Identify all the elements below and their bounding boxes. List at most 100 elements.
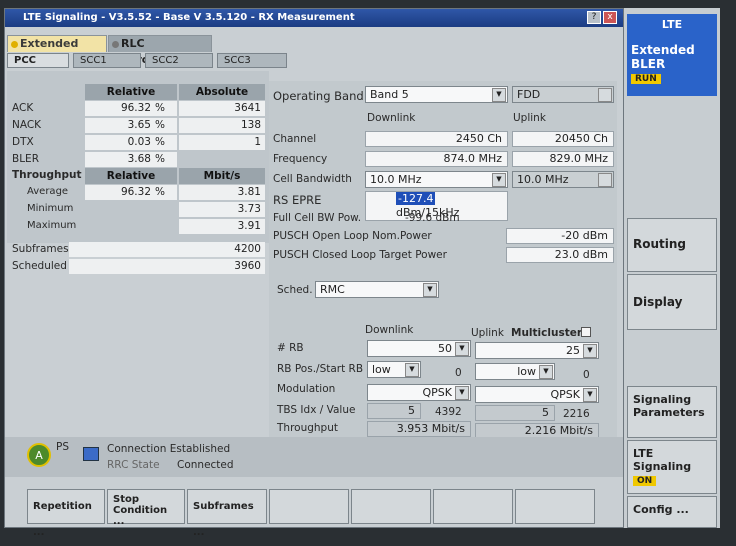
nack-relative: 3.65: [85, 118, 155, 133]
signaling-parameters-button[interactable]: Signaling Parameters: [627, 386, 717, 438]
mod-dl-select[interactable]: QPSK ▼: [367, 384, 471, 401]
subframes-label: Subframes: [12, 243, 69, 255]
sched-tp-dl-unit: Mbit/s: [431, 422, 465, 435]
row-label-ack: ACK: [12, 102, 34, 114]
duplex-select[interactable]: FDD: [512, 86, 614, 103]
rbpos-dl-select[interactable]: low ▼: [367, 361, 421, 378]
on-badge: ON: [633, 476, 657, 486]
side-extended-bler[interactable]: LTE Extended BLER RUN: [627, 14, 717, 96]
operating-band-value: Band 5: [370, 88, 409, 101]
modulation-label: Modulation: [277, 383, 336, 395]
multicluster-checkbox[interactable]: [581, 327, 591, 337]
tbs-label: TBS Idx / Value: [277, 404, 356, 416]
rs-epre-value: -127.4: [396, 192, 436, 205]
help-button[interactable]: ?: [587, 11, 601, 24]
chevron-down-icon: ▼: [492, 88, 506, 102]
tbs-dl-val: 4392: [435, 406, 462, 418]
chevron-down-icon: ▼: [583, 344, 597, 358]
lte-signaling-button[interactable]: LTE Signaling ON: [627, 440, 717, 494]
tp-average-relative: 96.32: [85, 185, 155, 200]
sched-downlink-header: Downlink: [365, 324, 414, 336]
empty-softkey-3[interactable]: [433, 489, 513, 524]
subtab-scc1[interactable]: SCC1: [73, 53, 141, 68]
row-label-dtx: DTX: [12, 136, 34, 148]
rrc-state-value: Connected: [177, 459, 234, 471]
connection-status: Connection Established: [107, 443, 231, 455]
mod-ul-select[interactable]: QPSK ▼: [475, 386, 599, 403]
pusch-open-value[interactable]: -20 dBm: [506, 228, 614, 244]
channel-ul-field[interactable]: 20450 Ch: [512, 131, 614, 147]
duplex-value: FDD: [517, 88, 541, 101]
rs-epre-label: RS EPRE: [273, 193, 322, 207]
tab-extended-bler[interactable]: Extended BLER: [7, 35, 107, 66]
cell-bw-ul-select[interactable]: 10.0 MHz: [512, 171, 614, 188]
subframes-button[interactable]: Subframes ...: [187, 489, 267, 538]
channel-ul-unit: Ch: [593, 132, 608, 145]
display-button[interactable]: Display: [627, 274, 717, 330]
channel-dl-field[interactable]: 2450 Ch: [365, 131, 508, 147]
empty-softkey-2[interactable]: [351, 489, 431, 524]
tp-col-mbit-header: Mbit/s: [179, 168, 265, 184]
rbpos-dl-start: 0: [455, 367, 462, 379]
dtx-unit: %: [155, 135, 177, 150]
rb-dl-select[interactable]: 50 ▼: [367, 340, 471, 357]
multicluster-label: Multicluster: [511, 327, 583, 339]
tp-label-average: Average: [27, 186, 69, 197]
mod-dl-value: QPSK: [422, 386, 453, 399]
scheduled-value: 3960: [69, 259, 265, 274]
tab-rlc-throughput[interactable]: RLC Throughput: [108, 35, 212, 66]
tab-active-dot-icon: [11, 41, 18, 48]
tp-label-minimum: Minimum: [27, 203, 74, 214]
frequency-ul-value: 829.0: [549, 152, 581, 165]
mod-ul-value: QPSK: [550, 388, 581, 401]
full-cell-value: -99.6: [405, 212, 433, 224]
side-extended-bler-label: Extended BLER: [631, 43, 695, 71]
ps-label: PS: [56, 441, 69, 453]
config-downlink-header: Downlink: [367, 112, 416, 124]
chevron-down-icon: ▼: [583, 388, 597, 402]
sched-tp-ul-value: 2.216: [524, 424, 557, 437]
side-lte-title: LTE: [661, 18, 683, 31]
tp-label-maximum: Maximum: [27, 220, 77, 231]
operating-band-select[interactable]: Band 5 ▼: [365, 86, 508, 103]
rb-label: # RB: [277, 342, 304, 354]
rbpos-ul-select[interactable]: low ▼: [475, 363, 555, 380]
sched-throughput-label: Throughput: [277, 422, 338, 434]
pusch-closed-label: PUSCH Closed Loop Target Power: [273, 249, 447, 261]
col-relative-header: Relative: [85, 84, 177, 100]
close-button[interactable]: x: [603, 11, 617, 24]
pusch-closed-value[interactable]: 23.0 dBm: [506, 247, 614, 263]
repetition-button[interactable]: Repetition ...: [27, 489, 105, 538]
sched-select[interactable]: RMC ▼: [315, 281, 439, 298]
cell-bw-ul-value: 10.0 MHz: [517, 173, 569, 186]
stop-condition-button[interactable]: Stop Condition ...: [107, 489, 185, 527]
chevron-down-icon: ▼: [423, 283, 437, 297]
chevron-down-icon: ▼: [405, 363, 419, 377]
config-uplink-header: Uplink: [513, 112, 546, 124]
subtab-scc2[interactable]: SCC2: [145, 53, 213, 68]
rb-ul-value: 25: [566, 344, 580, 357]
rb-ul-select[interactable]: 25 ▼: [475, 342, 599, 359]
row-label-nack: NACK: [12, 119, 42, 131]
subtab-pcc[interactable]: PCC: [7, 53, 69, 68]
rb-dl-value: 50: [438, 342, 452, 355]
ack-absolute: 3641: [179, 101, 265, 116]
empty-softkey-4[interactable]: [515, 489, 595, 524]
cell-bw-dl-select[interactable]: 10.0 MHz ▼: [365, 171, 508, 188]
config-button[interactable]: Config ...: [627, 496, 717, 528]
tp-maximum-mbit: 3.91: [179, 219, 265, 234]
frequency-ul-field[interactable]: 829.0 MHz: [512, 151, 614, 167]
window-titlebar: LTE Signaling - V3.5.52 - Base V 3.5.120…: [5, 9, 623, 27]
rbpos-ul-value: low: [517, 365, 536, 378]
channel-label: Channel: [273, 133, 317, 145]
subtab-scc3[interactable]: SCC3: [217, 53, 287, 68]
operating-band-label: Operating Band: [273, 89, 364, 103]
ack-relative: 96.32: [85, 101, 155, 116]
sched-tp-ul-unit: Mbit/s: [559, 424, 593, 437]
empty-softkey-1[interactable]: [269, 489, 349, 524]
dtx-relative: 0.03: [85, 135, 155, 150]
frequency-ul-unit: MHz: [584, 152, 608, 165]
routing-button[interactable]: Routing: [627, 218, 717, 272]
frequency-dl-field[interactable]: 874.0 MHz: [365, 151, 508, 167]
row-label-bler: BLER: [12, 153, 39, 165]
